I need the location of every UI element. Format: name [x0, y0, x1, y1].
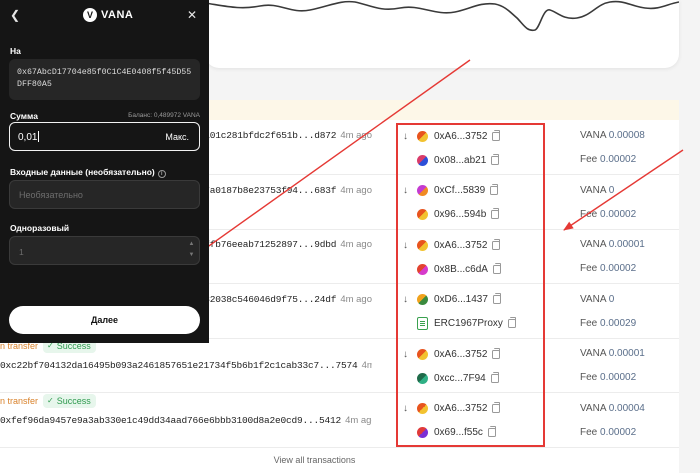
- balance-text: Баланс: 0,489972 VANA: [128, 112, 200, 119]
- wallet-send-panel: ❮ V VANA ✕ На 0x67AbcD17704e85f0C1C4E040…: [0, 0, 209, 343]
- recipient-label: На: [10, 46, 21, 56]
- arrow-to-highlight-box: [563, 149, 684, 231]
- stepper-up-icon[interactable]: ▲: [186, 239, 197, 250]
- input-data-label: Входные данные (необязательно) i: [10, 167, 166, 178]
- input-data-placeholder: Необязательно: [19, 190, 83, 200]
- nonce-label: Одноразовый: [10, 223, 70, 233]
- nonce-stepper[interactable]: ▲ ▼: [186, 239, 197, 262]
- close-icon[interactable]: ✕: [185, 8, 199, 22]
- info-icon[interactable]: i: [157, 170, 166, 178]
- recipient-address-field[interactable]: 0x67AbcD17704e85f0C1C4E0408f5f45D55DFF80…: [9, 59, 200, 100]
- nonce-field[interactable]: 1 ▲ ▼: [9, 236, 200, 265]
- vana-logo-icon: V: [83, 8, 97, 22]
- nonce-placeholder: 1: [19, 247, 24, 257]
- max-button[interactable]: Макс.: [165, 132, 189, 142]
- chevron-left-icon[interactable]: ❮: [8, 8, 22, 22]
- amount-label: Сумма: [10, 111, 38, 121]
- wallet-title: VANA: [101, 9, 134, 21]
- amount-value: 0,01: [18, 131, 40, 143]
- wallet-header: ❮ V VANA ✕: [0, 0, 209, 30]
- input-data-field[interactable]: Необязательно: [9, 180, 200, 209]
- next-button[interactable]: Далее: [9, 306, 200, 334]
- amount-input[interactable]: 0,01 Макс.: [9, 122, 200, 151]
- stepper-down-icon[interactable]: ▼: [186, 250, 197, 261]
- text-caret: [38, 131, 40, 142]
